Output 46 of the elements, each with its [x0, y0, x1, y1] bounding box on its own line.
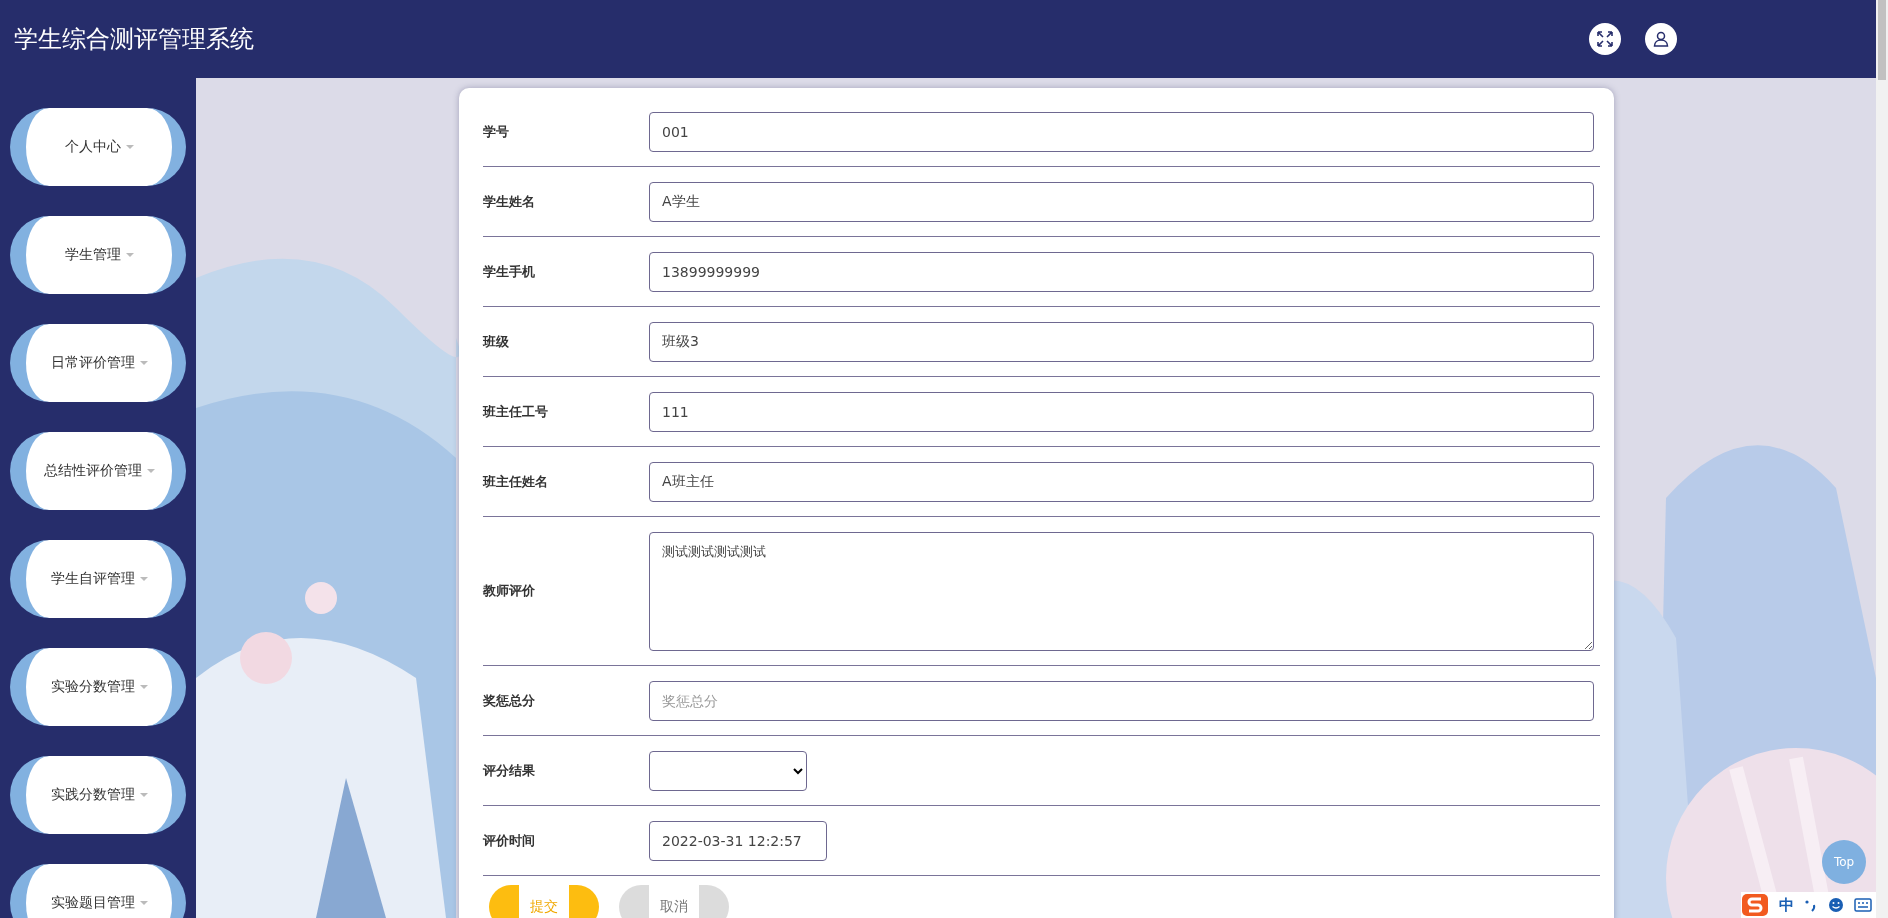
- field-label: 教师评价: [483, 582, 536, 600]
- text-field[interactable]: 班级3: [649, 321, 1594, 362]
- app-title: 学生综合测评管理系统: [14, 24, 254, 55]
- sidebar-menu-item[interactable]: 实践分数管理: [10, 756, 186, 834]
- caret-icon: [139, 361, 148, 365]
- caret-icon: [139, 901, 148, 905]
- field-label: 学生手机: [483, 262, 536, 281]
- text-field[interactable]: 奖惩总分: [649, 680, 1594, 721]
- sidebar-menu-item[interactable]: 学生自评管理: [10, 540, 186, 618]
- expand-icon: [1596, 30, 1614, 48]
- fullscreen-button[interactable]: [1589, 23, 1621, 55]
- caret-icon: [125, 253, 134, 257]
- select-field[interactable]: [649, 750, 807, 791]
- sidebar-menu-item[interactable]: 学生管理: [10, 216, 186, 294]
- keyboard-icon[interactable]: [1854, 898, 1872, 912]
- sidebar-menu-item[interactable]: 日常评价管理: [10, 324, 186, 402]
- field-label: 班级: [483, 332, 510, 351]
- text-field[interactable]: A班主任: [649, 461, 1594, 502]
- field-label: 班主任姓名: [483, 472, 549, 491]
- field-label: 评价时间: [483, 831, 536, 850]
- cancel-button[interactable]: 取消: [619, 885, 729, 918]
- user-button[interactable]: [1645, 23, 1677, 55]
- sidebar-menu-item[interactable]: 实验题目管理: [10, 864, 186, 918]
- text-field[interactable]: A学生: [649, 181, 1594, 222]
- sidebar-menu-item[interactable]: 总结性评价管理: [10, 432, 186, 510]
- scrollbar[interactable]: [1876, 0, 1888, 918]
- caret-icon: [139, 577, 148, 581]
- text-area[interactable]: 测试测试测试测试: [649, 531, 1594, 651]
- person-icon: [1652, 30, 1670, 48]
- text-field[interactable]: 001: [649, 111, 1594, 152]
- sidebar-menu-item[interactable]: 实验分数管理: [10, 648, 186, 726]
- field-label: 班主任工号: [483, 402, 549, 421]
- date-field[interactable]: 2022-03-31 12:2:57: [649, 820, 827, 861]
- field-label: 学生姓名: [483, 192, 536, 211]
- text-field[interactable]: 111: [649, 391, 1594, 432]
- text-field[interactable]: 13899999999: [649, 251, 1594, 292]
- ime-mode-label[interactable]: 中: [1779, 895, 1794, 915]
- emoji-icon[interactable]: [1828, 897, 1844, 913]
- sidebar-menu-item[interactable]: 个人中心: [10, 108, 186, 186]
- field-label: 学号: [483, 122, 510, 141]
- caret-icon: [139, 793, 148, 797]
- field-label: 评分结果: [483, 761, 536, 780]
- field-label: 奖惩总分: [483, 691, 536, 710]
- caret-icon: [125, 145, 134, 149]
- caret-icon: [146, 469, 155, 473]
- caret-icon: [139, 685, 148, 689]
